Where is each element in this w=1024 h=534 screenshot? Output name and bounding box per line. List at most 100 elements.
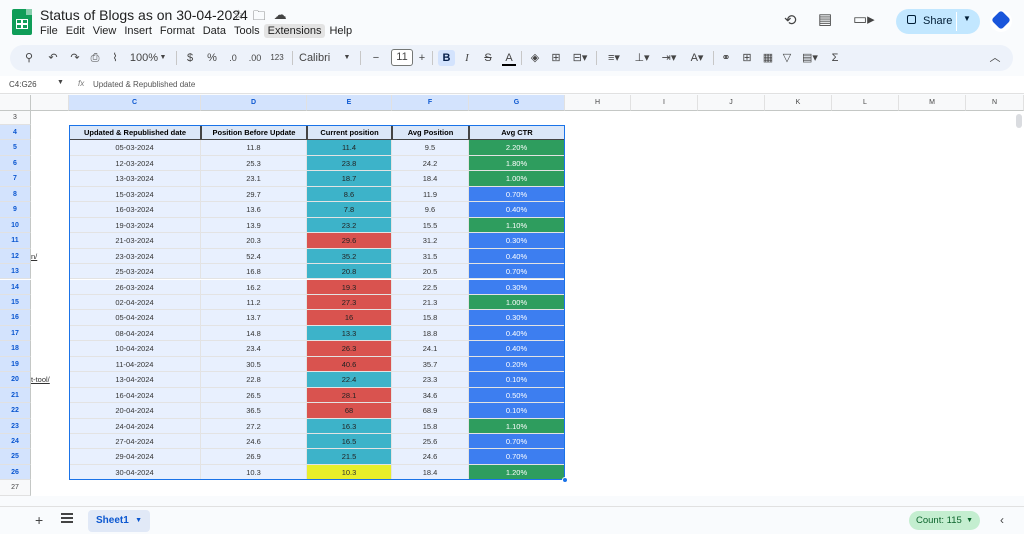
header-updated-date[interactable]: Updated & Republished date [69,125,201,141]
cell-avg-ctr[interactable]: 0.10% [469,372,565,388]
cell-avg-position[interactable]: 9.6 [392,202,469,218]
column-header-g[interactable]: G [469,95,565,111]
undo-icon[interactable]: ↶ [46,50,60,66]
menu-format[interactable]: Format [156,24,199,38]
cell-date[interactable]: 13-03-2024 [69,171,201,187]
row-header-15[interactable]: 15 [0,294,31,311]
header-avg-ctr[interactable]: Avg CTR [469,125,565,141]
cell-position-before[interactable]: 14.8 [201,325,307,342]
cell-avg-ctr[interactable]: 0.40% [469,202,565,218]
cell-position-before[interactable]: 24.6 [201,434,307,450]
cell-current-position[interactable]: 13.3 [307,325,392,342]
column-header-h[interactable]: H [565,95,631,111]
cell-current-position[interactable]: 68 [307,403,392,419]
column-header-l[interactable]: L [832,95,899,111]
increase-font-size-button[interactable]: + [416,50,428,66]
sheet-tab-caret-icon[interactable]: ▼ [135,510,142,532]
selection-summary[interactable]: Count: 115 ▼ [909,511,980,530]
row-header-18[interactable]: 18 [0,341,31,357]
cell-position-before[interactable]: 11.2 [201,294,307,311]
row-header-6[interactable]: 6 [0,155,31,172]
share-button[interactable]: Share ▼ [896,9,980,34]
cell-current-position[interactable]: 40.6 [307,356,392,373]
cell-date[interactable]: 21-03-2024 [69,233,201,249]
increase-decimal-button[interactable]: .00 [245,50,265,66]
cell-date[interactable]: 12-03-2024 [69,155,201,172]
column-header-f[interactable]: F [392,95,469,111]
row-header-12[interactable]: 12 [0,248,31,265]
cell-position-before[interactable]: 30.5 [201,356,307,373]
text-rotation-icon[interactable]: A▾ [685,50,709,66]
cell-avg-ctr[interactable]: 1.00% [469,171,565,187]
currency-format-button[interactable]: $ [185,50,195,66]
vertical-scrollbar[interactable] [1016,114,1022,128]
cell-current-position[interactable]: 28.1 [307,387,392,404]
font-caret-icon[interactable]: ▼ [343,50,351,66]
menu-tools[interactable]: Tools [230,24,264,38]
menu-view[interactable]: View [89,24,121,38]
cell-avg-ctr[interactable]: 1.80% [469,155,565,172]
cell-avg-position[interactable]: 31.2 [392,233,469,249]
row-header-11[interactable]: 11 [0,233,31,249]
font-select[interactable]: Calibri [299,50,339,66]
cell-current-position[interactable]: 26.3 [307,341,392,357]
insert-chart-icon[interactable]: ▦ [760,50,776,66]
cell-avg-ctr[interactable]: 2.20% [469,140,565,156]
text-color-button[interactable]: A [502,50,516,66]
cell-avg-position[interactable]: 20.5 [392,264,469,280]
cell-current-position[interactable]: 16 [307,310,392,326]
cell-current-position[interactable]: 18.7 [307,171,392,187]
cell-avg-position[interactable]: 11.9 [392,186,469,203]
row-header-24[interactable]: 24 [0,434,31,450]
cell-date[interactable]: 25-03-2024 [69,264,201,280]
cell-avg-position[interactable]: 15.5 [392,217,469,234]
cell-date[interactable]: 19-03-2024 [69,217,201,234]
cell-avg-ctr[interactable]: 0.30% [469,233,565,249]
vertical-align-icon[interactable]: ⊥▾ [631,50,653,66]
redo-icon[interactable]: ↷ [68,50,82,66]
menu-edit[interactable]: Edit [62,24,89,38]
cell-avg-ctr[interactable]: 1.20% [469,464,565,481]
cell-avg-position[interactable]: 15.8 [392,418,469,434]
spreadsheet-grid[interactable]: C D E F G H I J K L M N 3 4 5 6 7 8 9 10 11 12 13 14 15 16 17 18 19 2… [0,95,1024,496]
insert-link-icon[interactable]: ⚭ [718,50,734,66]
cell-position-before[interactable]: 27.2 [201,418,307,434]
column-header-k[interactable]: K [765,95,832,111]
cell-avg-position[interactable]: 23.3 [392,372,469,388]
cell-current-position[interactable]: 22.4 [307,372,392,388]
all-sheets-icon[interactable] [61,513,73,523]
cell-avg-position[interactable]: 68.9 [392,403,469,419]
row-header-19[interactable]: 19 [0,356,31,373]
cell-position-before[interactable]: 36.5 [201,403,307,419]
share-dropdown-icon[interactable]: ▼ [963,14,971,23]
cell-position-before[interactable]: 13.9 [201,217,307,234]
cell-avg-ctr[interactable]: 1.00% [469,294,565,311]
cell-current-position[interactable]: 11.4 [307,140,392,156]
cell-date[interactable]: 05-04-2024 [69,310,201,326]
percent-format-button[interactable]: % [206,50,218,66]
menu-help[interactable]: Help [325,24,356,38]
column-header-m[interactable]: M [899,95,966,111]
row-header-23[interactable]: 23 [0,418,31,434]
menu-extensions[interactable]: Extensions [263,24,326,38]
cell-date[interactable]: 05-03-2024 [69,140,201,156]
cell-avg-ctr[interactable]: 0.70% [469,264,565,280]
cell-current-position[interactable]: 7.8 [307,202,392,218]
row-header-4[interactable]: 4 [0,125,31,141]
cell-avg-position[interactable]: 25.6 [392,434,469,450]
cell-avg-position[interactable]: 24.1 [392,341,469,357]
fill-color-icon[interactable]: ◈ [528,50,542,66]
row-header-22[interactable]: 22 [0,403,31,419]
cell-date[interactable]: 11-04-2024 [69,356,201,373]
cell-b-link-fragment[interactable]: t-tool/ [31,372,50,387]
print-icon[interactable]: ⎙ [88,50,102,66]
cell-avg-position[interactable]: 9.5 [392,140,469,156]
header-current-position[interactable]: Current position [307,125,392,141]
cell-avg-ctr[interactable]: 1.10% [469,418,565,434]
cell-current-position[interactable]: 10.3 [307,464,392,481]
menu-file[interactable]: File [36,24,62,38]
cell-date[interactable]: 26-03-2024 [69,279,201,295]
bold-button[interactable]: B [438,50,455,66]
cell-avg-ctr[interactable]: 0.70% [469,186,565,203]
decrease-font-size-button[interactable]: − [370,50,382,66]
